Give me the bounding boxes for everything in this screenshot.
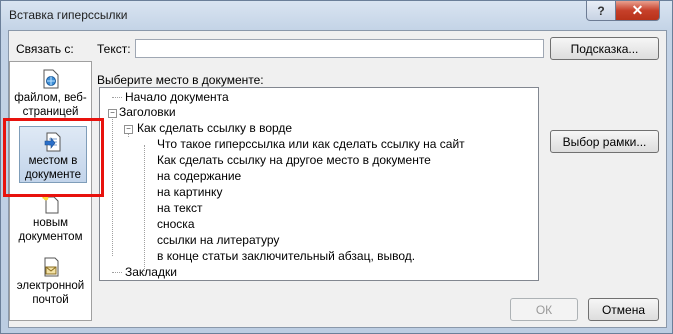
tree-item-headings[interactable]: Заголовки (119, 105, 176, 119)
tree-item-top[interactable]: Начало документа (125, 90, 229, 104)
tree-item-bookmarks[interactable]: Закладки (125, 265, 177, 279)
help-button[interactable]: ? (586, 1, 616, 21)
collapse-headings-icon[interactable]: − (108, 109, 117, 118)
link-to-label-new: новым документом (18, 217, 83, 243)
cancel-button[interactable]: Отмена (588, 298, 659, 321)
tree-line (112, 272, 122, 273)
dialog-title: Вставка гиперссылки (9, 8, 128, 22)
highlight-box (3, 118, 104, 197)
hyperlink-dialog: Вставка гиперссылки ? ✕ Связать с: файло… (0, 0, 673, 334)
text-input[interactable] (135, 39, 544, 58)
link-to-label-email: электронной почтой (16, 280, 85, 306)
tree-line (112, 97, 122, 98)
tree-line (112, 113, 113, 256)
place-label: Выберите место в документе: (97, 73, 264, 87)
document-place-tree[interactable]: − − Начало документа Заголовки Как сдела… (99, 87, 539, 281)
text-label: Текст: (97, 42, 131, 56)
select-frame-button[interactable]: Выбор рамки... (550, 130, 659, 153)
tree-item-subheading[interactable]: на текст (157, 201, 203, 215)
link-to-new-document[interactable]: новым документом (11, 190, 90, 252)
tree-item-subheading[interactable]: Что такое гиперссылка или как сделать сс… (157, 137, 465, 151)
email-icon (44, 257, 58, 277)
link-to-label-file: файлом, веб-страницей (14, 92, 87, 118)
new-document-icon (41, 195, 58, 214)
link-to-label: Связать с: (16, 42, 74, 56)
tree-item-subheading[interactable]: ссылки на литературу (157, 233, 279, 247)
tree-line (144, 145, 145, 271)
tree-item-subheading[interactable]: Как сделать ссылку на другое место в док… (157, 153, 431, 167)
tree-item-subheading[interactable]: в конце статьи заключительный абзац, выв… (157, 249, 415, 263)
tooltip-button[interactable]: Подсказка... (550, 37, 659, 60)
close-button[interactable]: ✕ (615, 1, 660, 21)
dialog-client: Связать с: файлом, веб-страницей местом … (8, 30, 667, 328)
file-web-page-icon (43, 69, 58, 89)
tree-item-subheading[interactable]: сноска (157, 217, 195, 231)
tree-item-subheading[interactable]: на картинку (157, 185, 222, 199)
link-to-email[interactable]: электронной почтой (11, 253, 90, 315)
tree-item-subheading[interactable]: на содержание (157, 169, 241, 183)
tree-item-heading-main[interactable]: Как сделать ссылку в ворде (137, 121, 292, 135)
collapse-heading-icon[interactable]: − (124, 125, 133, 134)
ok-button[interactable]: ОК (510, 298, 578, 321)
